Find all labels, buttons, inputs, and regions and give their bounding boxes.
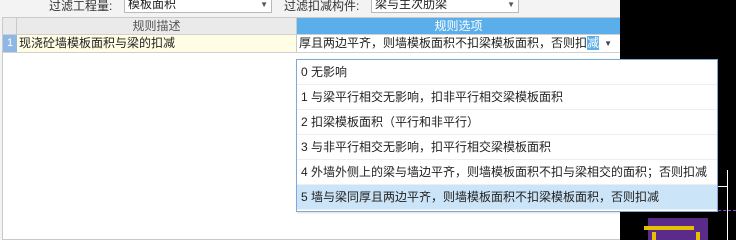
filter-project-value: 模板面积 — [128, 0, 177, 11]
filter-component-label: 过滤扣减构件: — [284, 0, 360, 13]
dropdown-option-1[interactable]: 1 与梁平行相交无影响，扣非平行相交梁模板面积 — [297, 85, 717, 110]
filter-project-label: 过滤工程量: — [49, 0, 113, 13]
dropdown-option-3[interactable]: 3 与非平行相交无影响，扣平行相交梁模板面积 — [297, 135, 717, 160]
column-header-description[interactable]: 规则描述 — [17, 18, 297, 34]
filter-component-value: 梁与主次肋梁 — [375, 0, 448, 11]
rule-description-cell[interactable]: 现浇砼墙模板面积与梁的扣减 — [17, 35, 297, 52]
chevron-down-icon: ▼ — [507, 0, 515, 9]
dropdown-option-0[interactable]: 0 无影响 — [297, 60, 717, 85]
cad-shape — [652, 232, 656, 240]
chevron-down-icon: ▼ — [260, 0, 268, 9]
table-row[interactable]: 1 现浇砼墙模板面积与梁的扣减 厚且两边平齐，则墙模板面积不扣梁模板面积，否则扣… — [3, 34, 621, 53]
dropdown-option-2[interactable]: 2 扣梁模板面积（平行和非平行） — [297, 110, 717, 135]
dropdown-option-4[interactable]: 4 外墙外侧上的梁与墙边平齐，则墙模板面积不扣与梁相交的面积；否则扣减 — [297, 160, 717, 185]
filter-component-select[interactable]: 梁与主次肋梁 ▼ — [371, 0, 519, 13]
rule-option-text: 厚且两边平齐，则墙模板面积不扣梁模板面积，否则扣 — [299, 36, 588, 50]
grid-corner-header — [3, 18, 17, 34]
dropdown-option-5[interactable]: 5 墙与梁同厚且两边平齐，则墙模板面积不扣梁模板面积，否则扣减 — [297, 185, 717, 210]
chevron-down-icon[interactable]: ▼ — [604, 35, 612, 52]
cad-line — [727, 170, 728, 240]
column-header-option[interactable]: 规则选项 — [297, 18, 621, 34]
rule-option-dropdown-list: 0 无影响 1 与梁平行相交无影响，扣非平行相交梁模板面积 2 扣梁模板面积（平… — [296, 59, 718, 212]
cad-shape — [696, 232, 700, 240]
row-index: 1 — [3, 35, 17, 52]
rule-option-highlight: 减 — [587, 36, 600, 50]
filter-project-select[interactable]: 模板面积 ▼ — [124, 0, 272, 13]
cad-shape — [644, 226, 694, 230]
filter-bar: 过滤工程量: 模板面积 ▼ 过滤扣减构件: 梁与主次肋梁 ▼ — [0, 0, 620, 16]
rule-option-combobox[interactable]: 厚且两边平齐，则墙模板面积不扣梁模板面积，否则扣减 ▼ — [297, 35, 621, 52]
